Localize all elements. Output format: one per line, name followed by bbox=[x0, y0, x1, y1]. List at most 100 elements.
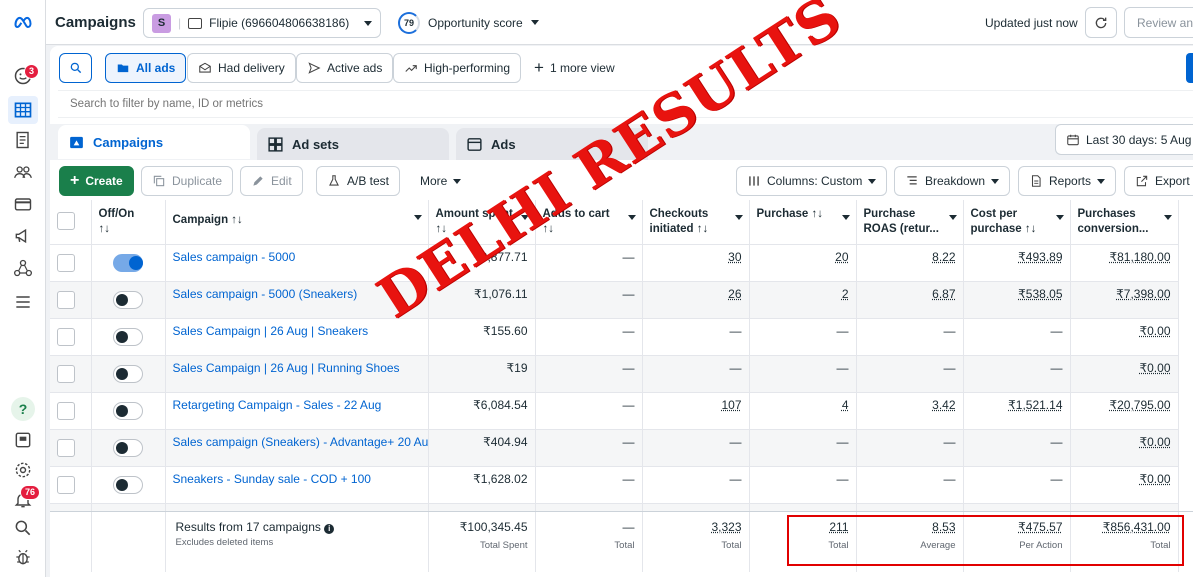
purchase-roas: — bbox=[856, 318, 964, 356]
tab-campaigns[interactable]: Campaigns bbox=[58, 125, 250, 159]
bug-report-icon[interactable] bbox=[11, 545, 35, 569]
campaign-toggle[interactable] bbox=[113, 402, 143, 420]
checkouts-initiated: 107 bbox=[642, 392, 750, 430]
view-active-ads[interactable]: Active ads bbox=[296, 53, 394, 83]
purchase-roas: 3.42 bbox=[856, 392, 964, 430]
chevron-down-icon bbox=[453, 178, 462, 184]
more-actions-button[interactable]: More bbox=[410, 166, 472, 196]
header-cost-per-purchase[interactable]: Cost per purchase ↑↓ bbox=[963, 200, 1071, 245]
export-button[interactable]: Export bbox=[1124, 166, 1193, 196]
header-off-on[interactable]: Off/On ↑↓ bbox=[91, 200, 166, 245]
campaign-name[interactable]: Sneakers - Sunday sale - COD + 100 bbox=[165, 466, 429, 504]
row-checkbox[interactable] bbox=[57, 402, 75, 420]
table-row[interactable]: Sales campaign (Sneakers) - Advantage+ 2… bbox=[50, 429, 1179, 467]
campaign-name[interactable]: Retargeting Campaign - Sales - 22 Aug bbox=[165, 392, 429, 430]
date-range-picker[interactable]: Last 30 days: 5 Aug 2 bbox=[1055, 124, 1193, 155]
table-row[interactable]: Sales Campaign | 26 Aug | Running Shoes ₹… bbox=[50, 355, 1179, 393]
meta-logo-icon[interactable] bbox=[11, 10, 35, 34]
search-toggle-button[interactable] bbox=[59, 53, 92, 83]
refresh-button[interactable] bbox=[1085, 7, 1117, 38]
duplicate-button[interactable]: Duplicate bbox=[141, 166, 234, 196]
campaign-name[interactable]: Sales Campaign | 26 Aug | Running Shoes bbox=[165, 355, 429, 393]
row-checkbox[interactable] bbox=[57, 328, 75, 346]
header-purchase[interactable]: Purchase ↑↓ bbox=[749, 200, 857, 245]
campaign-toggle[interactable] bbox=[113, 439, 143, 457]
reports-button[interactable]: Reports bbox=[1018, 166, 1117, 196]
create-button[interactable]: + Create bbox=[59, 166, 134, 196]
pages-icon[interactable] bbox=[11, 128, 35, 152]
total-conversion-value: ₹856,431.00 bbox=[1102, 520, 1171, 534]
search-icon[interactable] bbox=[11, 516, 35, 540]
review-and-publish-button[interactable]: Review and bbox=[1124, 7, 1193, 38]
ab-test-button[interactable]: A/B test bbox=[316, 166, 401, 196]
chevron-down-icon[interactable] bbox=[948, 215, 957, 220]
row-checkbox[interactable] bbox=[57, 439, 75, 457]
purchases: — bbox=[749, 318, 857, 356]
select-all-checkbox[interactable] bbox=[57, 212, 75, 230]
header-purchases-conversion-value[interactable]: Purchases conversion... bbox=[1070, 200, 1179, 245]
updated-status: Updated just now bbox=[985, 15, 1078, 30]
edit-button[interactable]: Edit bbox=[240, 166, 303, 196]
chevron-down-icon[interactable] bbox=[627, 215, 636, 220]
create-view-button-edge[interactable] bbox=[1186, 53, 1193, 83]
campaign-toggle[interactable] bbox=[113, 328, 143, 346]
menu-hamburger-icon[interactable] bbox=[11, 290, 35, 314]
row-checkbox[interactable] bbox=[57, 365, 75, 383]
header-campaign[interactable]: Campaign ↑↓ bbox=[165, 200, 429, 245]
view-high-performing[interactable]: High-performing bbox=[393, 53, 522, 83]
billing-card-icon[interactable] bbox=[11, 192, 35, 216]
opportunity-score[interactable]: 79 Opportunity score bbox=[398, 0, 539, 45]
breakdown-button[interactable]: Breakdown bbox=[894, 166, 1011, 196]
total-adds-to-cart: — bbox=[622, 520, 635, 534]
top-bar: Campaigns S | Flipie (696604806638186) 7… bbox=[46, 0, 1193, 45]
purchases: — bbox=[749, 466, 857, 504]
adds-to-cart: — bbox=[535, 318, 643, 356]
adds-to-cart: — bbox=[535, 281, 643, 319]
megaphone-icon[interactable] bbox=[11, 224, 35, 248]
chevron-down-icon[interactable] bbox=[734, 215, 743, 220]
total-purchases: 211 bbox=[829, 520, 849, 534]
info-icon[interactable]: i bbox=[324, 524, 335, 534]
campaign-toggle[interactable] bbox=[113, 365, 143, 383]
more-views-button[interactable]: + 1 more view bbox=[524, 53, 625, 83]
campaign-toggle[interactable] bbox=[113, 476, 143, 494]
audiences-icon[interactable] bbox=[11, 160, 35, 184]
chevron-down-icon[interactable] bbox=[413, 215, 422, 220]
chevron-down-icon[interactable] bbox=[841, 215, 850, 220]
help-icon[interactable]: ? bbox=[11, 397, 35, 421]
row-checkbox[interactable] bbox=[57, 291, 75, 309]
table-row[interactable]: Retargeting Campaign - Sales - 22 Aug ₹6,… bbox=[50, 392, 1179, 430]
table-row[interactable]: Sneakers - Sunday sale - COD + 100 ₹1,628… bbox=[50, 466, 1179, 504]
chevron-down-icon bbox=[868, 178, 877, 184]
columns-button[interactable]: Columns: Custom bbox=[736, 166, 888, 196]
campaign-name[interactable]: Sales campaign (Sneakers) - Advantage+ 2… bbox=[165, 429, 429, 467]
conversion-value: ₹20,795.00 bbox=[1070, 392, 1179, 430]
chevron-down-icon bbox=[1097, 178, 1106, 184]
campaign-name[interactable]: Sales Campaign | 26 Aug | Sneakers bbox=[165, 318, 429, 356]
cost-per-purchase: — bbox=[963, 429, 1071, 467]
ads-manager-table-icon[interactable] bbox=[8, 96, 38, 124]
header-purchase-roas[interactable]: Purchase ROAS (retur... bbox=[856, 200, 964, 245]
header-select-all[interactable] bbox=[50, 200, 92, 245]
grid-icon bbox=[268, 136, 283, 152]
row-checkbox[interactable] bbox=[57, 254, 75, 272]
news-feed-icon[interactable] bbox=[11, 428, 35, 452]
table-row[interactable]: Sales Campaign | 26 Aug | Sneakers ₹155.6… bbox=[50, 318, 1179, 356]
totals-label-cell: Results from 17 campaigns i Excludes del… bbox=[165, 512, 429, 572]
business-settings-icon[interactable] bbox=[11, 256, 35, 280]
row-checkbox[interactable] bbox=[57, 476, 75, 494]
view-all-ads[interactable]: All ads bbox=[105, 53, 187, 83]
account-selector[interactable]: S | Flipie (696604806638186) bbox=[143, 8, 381, 38]
checkouts-initiated: — bbox=[642, 429, 750, 467]
campaign-toggle[interactable] bbox=[113, 291, 143, 309]
table-row[interactable]: Sales campaign - 5000 (Sneakers) ₹1,076.1… bbox=[50, 281, 1179, 319]
settings-gear-icon[interactable] bbox=[11, 458, 35, 482]
campaign-toggle[interactable] bbox=[113, 254, 143, 272]
chevron-down-icon[interactable] bbox=[1055, 215, 1064, 220]
chevron-down-icon[interactable] bbox=[1163, 215, 1172, 220]
header-checkouts-initiated[interactable]: Checkouts initiated ↑↓ bbox=[642, 200, 750, 245]
view-had-delivery[interactable]: Had delivery bbox=[187, 53, 296, 83]
tab-ad-sets[interactable]: Ad sets bbox=[257, 128, 449, 160]
trend-up-icon bbox=[405, 65, 417, 72]
table-row[interactable]: Sales campaign - 5000 ₹9,877.71—30 20 8.22 ₹… bbox=[50, 244, 1179, 282]
